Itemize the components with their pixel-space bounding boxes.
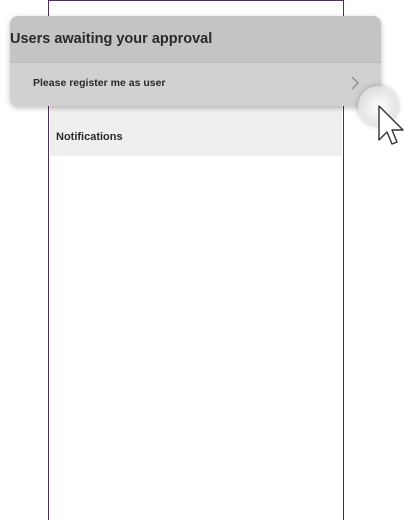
popup-header: Users awaiting your approval <box>10 16 381 63</box>
list-item-register-request[interactable]: Please register me as user <box>10 63 381 106</box>
notifications-title: Notifications <box>56 131 123 143</box>
notifications-section: Notifications <box>50 106 342 156</box>
list-item-label: Please register me as user <box>33 77 166 89</box>
approval-popup: Users awaiting your approval Please regi… <box>10 16 381 106</box>
pointer-cursor-icon <box>378 105 404 145</box>
screen: Notifications Users awaiting your approv… <box>0 0 404 520</box>
chevron-right-icon <box>351 76 359 90</box>
popup-title: Users awaiting your approval <box>10 31 213 47</box>
